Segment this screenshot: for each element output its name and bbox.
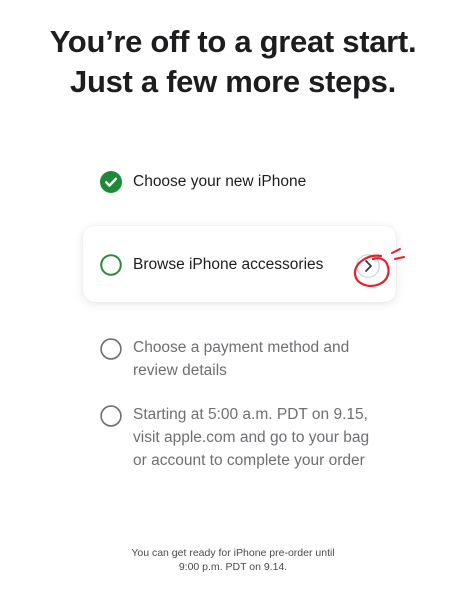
preorder-footnote: You can get ready for iPhone pre-order u… <box>0 546 466 574</box>
circle-outline-icon <box>100 405 122 427</box>
circle-outline-icon <box>100 254 122 276</box>
footnote-line-2: 9:00 p.m. PDT on 9.14. <box>178 561 288 573</box>
headline-line-2: Just a few more steps. <box>70 64 396 99</box>
footnote-line-1: You can get ready for iPhone pre-order u… <box>131 547 335 559</box>
step-label-line: or account to complete your order <box>133 452 365 469</box>
step-label-line: review details <box>133 362 227 379</box>
chevron-right-icon[interactable] <box>356 254 380 278</box>
check-circle-icon <box>100 171 122 193</box>
step-complete-order: Starting at 5:00 a.m. PDT on 9.15, visit… <box>100 405 383 472</box>
step-label: Browse iPhone accessories <box>133 256 324 273</box>
step-payment-method: Choose a payment method and review detai… <box>100 338 383 382</box>
step-label: Choose your new iPhone <box>133 173 307 190</box>
step-label-line: Starting at 5:00 a.m. PDT on 9.15, <box>133 406 368 423</box>
page-headline: You’re off to a great start. Just a few … <box>0 22 466 102</box>
step-label: Choose a payment method and review detai… <box>133 336 383 382</box>
step-choose-iphone: Choose your new iPhone <box>100 171 383 193</box>
step-browse-accessories-card[interactable]: Browse iPhone accessories <box>83 226 396 302</box>
circle-outline-icon <box>100 338 122 360</box>
step-label: Starting at 5:00 a.m. PDT on 9.15, visit… <box>133 403 383 472</box>
step-label-line: Choose a payment method and <box>133 339 350 356</box>
step-label-line: visit apple.com and go to your bag <box>133 429 370 446</box>
headline-line-1: You’re off to a great start. <box>49 24 417 59</box>
